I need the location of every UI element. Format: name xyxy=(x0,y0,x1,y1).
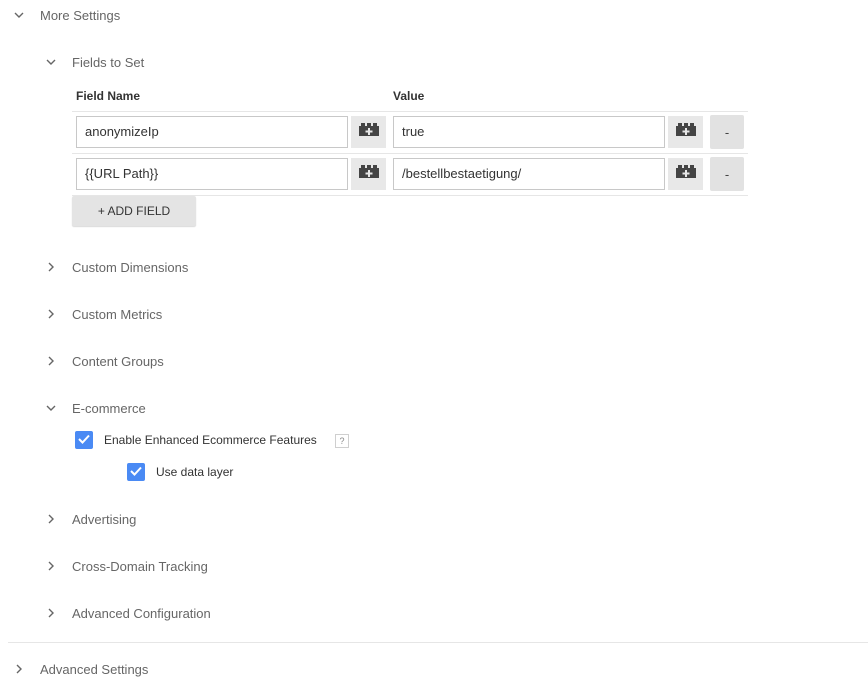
advertising-toggle[interactable] xyxy=(46,509,56,529)
chevron-down-icon xyxy=(46,403,56,413)
remove-row-button[interactable]: - xyxy=(710,115,744,149)
custom-dimensions-label[interactable]: Custom Dimensions xyxy=(72,260,188,275)
fields-to-set-label[interactable]: Fields to Set xyxy=(72,55,144,70)
use-data-layer-checkbox[interactable] xyxy=(127,463,145,481)
advanced-configuration-label[interactable]: Advanced Configuration xyxy=(72,606,211,621)
cross-domain-label[interactable]: Cross-Domain Tracking xyxy=(72,559,208,574)
more-settings-label[interactable]: More Settings xyxy=(40,8,120,23)
use-data-layer-label: Use data layer xyxy=(156,465,234,479)
variable-icon xyxy=(675,165,696,183)
variable-picker-button[interactable] xyxy=(668,158,703,190)
chevron-right-icon xyxy=(46,608,56,618)
chevron-right-icon xyxy=(46,356,56,366)
enable-enhanced-ecommerce-checkbox[interactable] xyxy=(75,431,93,449)
content-groups-toggle[interactable] xyxy=(46,351,56,371)
section-divider xyxy=(8,642,868,643)
checkmark-icon xyxy=(78,431,90,449)
value-input[interactable]: /bestellbestaetigung/ xyxy=(393,158,665,190)
variable-picker-button[interactable] xyxy=(668,116,703,148)
custom-metrics-label[interactable]: Custom Metrics xyxy=(72,307,162,322)
chevron-right-icon xyxy=(14,664,24,674)
cross-domain-toggle[interactable] xyxy=(46,556,56,576)
chevron-right-icon xyxy=(46,561,56,571)
value-input[interactable]: true xyxy=(393,116,665,148)
value-column-header: Value xyxy=(393,89,425,103)
advanced-settings-label[interactable]: Advanced Settings xyxy=(40,662,148,677)
content-groups-label[interactable]: Content Groups xyxy=(72,354,164,369)
help-icon[interactable]: ? xyxy=(335,434,349,448)
variable-picker-button[interactable] xyxy=(351,116,386,148)
enable-enhanced-ecommerce-label: Enable Enhanced Ecommerce Features xyxy=(104,433,317,447)
ecommerce-label[interactable]: E-commerce xyxy=(72,401,146,416)
field-name-input[interactable]: {{URL Path}} xyxy=(76,158,348,190)
checkmark-icon xyxy=(130,463,142,481)
advertising-label[interactable]: Advertising xyxy=(72,512,136,527)
variable-icon xyxy=(358,123,379,141)
field-name-input[interactable]: anonymizeIp xyxy=(76,116,348,148)
ecommerce-toggle[interactable] xyxy=(46,398,56,418)
advanced-configuration-toggle[interactable] xyxy=(46,603,56,623)
more-settings-toggle[interactable] xyxy=(14,5,24,25)
custom-metrics-toggle[interactable] xyxy=(46,304,56,324)
row-divider xyxy=(72,153,748,154)
chevron-right-icon xyxy=(46,262,56,272)
variable-icon xyxy=(675,123,696,141)
custom-dimensions-toggle[interactable] xyxy=(46,257,56,277)
add-field-button[interactable]: + ADD FIELD xyxy=(72,196,196,226)
advanced-settings-toggle[interactable] xyxy=(14,659,24,679)
remove-row-button[interactable]: - xyxy=(710,157,744,191)
chevron-right-icon xyxy=(46,309,56,319)
table-divider xyxy=(72,111,748,112)
chevron-right-icon xyxy=(46,514,56,524)
field-name-column-header: Field Name xyxy=(76,89,141,103)
chevron-down-icon xyxy=(46,57,56,67)
variable-icon xyxy=(358,165,379,183)
fields-to-set-toggle[interactable] xyxy=(46,52,56,72)
variable-picker-button[interactable] xyxy=(351,158,386,190)
chevron-down-icon xyxy=(14,10,24,20)
